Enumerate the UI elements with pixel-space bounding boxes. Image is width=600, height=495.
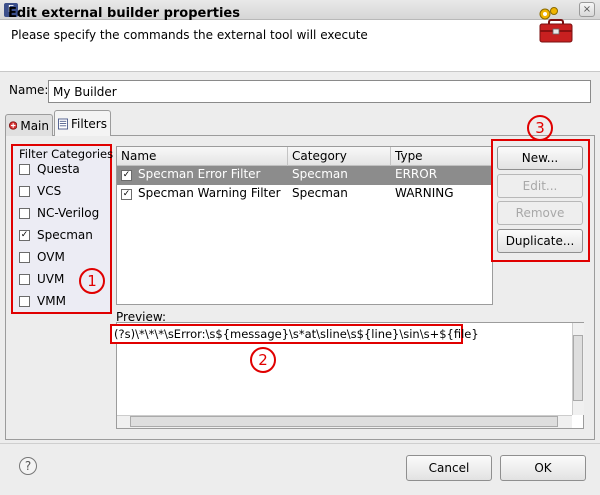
category-label: NC-Verilog	[37, 206, 100, 220]
category-option[interactable]: ✓ Specman	[19, 228, 93, 242]
new-button[interactable]: New...	[497, 146, 583, 170]
name-label: Name:	[9, 83, 49, 97]
column-header-name[interactable]: Name	[121, 149, 156, 163]
help-icon[interactable]: ?	[19, 457, 37, 475]
column-header-type[interactable]: Type	[395, 149, 423, 163]
close-button[interactable]: ×	[579, 2, 595, 17]
category-option[interactable]: VMM	[19, 294, 66, 308]
dialog-subtitle: Please specify the commands the external…	[11, 28, 368, 42]
run-config-icon	[9, 121, 18, 130]
row-name: Specman Warning Filter	[138, 186, 281, 200]
column-header-category[interactable]: Category	[292, 149, 347, 163]
category-checkbox[interactable]	[19, 207, 30, 219]
tab-filters-label: Filters	[71, 116, 107, 131]
tab-filters[interactable]: Filters	[54, 110, 111, 136]
category-option[interactable]: NC-Verilog	[19, 206, 99, 220]
annotation-badge-2: 2	[250, 347, 276, 373]
row-category: Specman	[292, 186, 348, 200]
category-label: UVM	[37, 272, 65, 286]
category-checkbox[interactable]	[19, 185, 30, 197]
category-checkbox[interactable]	[19, 251, 30, 263]
category-option[interactable]: VCS	[19, 184, 61, 198]
filter-categories-title: Filter Categories	[19, 147, 114, 161]
vertical-scroll-thumb[interactable]	[573, 335, 583, 401]
row-checkbox[interactable]: ✓	[121, 189, 132, 200]
row-checkbox[interactable]: ✓	[121, 170, 132, 181]
category-option[interactable]: UVM	[19, 272, 64, 286]
category-checkbox[interactable]	[19, 163, 30, 175]
cancel-button[interactable]: Cancel	[406, 455, 492, 481]
dialog-title: Edit external builder properties	[8, 6, 240, 21]
horizontal-scroll-thumb[interactable]	[130, 416, 558, 427]
category-checkbox[interactable]	[19, 273, 30, 285]
tab-main[interactable]: Main	[5, 114, 53, 136]
category-label: VCS	[37, 184, 62, 198]
category-label: Questa	[37, 162, 80, 176]
footer-divider	[0, 443, 600, 444]
duplicate-button[interactable]: Duplicate...	[497, 229, 583, 253]
category-checkbox[interactable]	[19, 295, 30, 307]
column-separator	[287, 147, 288, 166]
edit-button[interactable]: Edit...	[497, 174, 583, 198]
category-checkbox[interactable]: ✓	[19, 229, 30, 241]
category-label: Specman	[37, 228, 93, 242]
name-input[interactable]	[48, 80, 591, 103]
row-name: Specman Error Filter	[138, 167, 261, 181]
ok-button[interactable]: OK	[500, 455, 586, 481]
annotation-badge-3: 3	[527, 115, 553, 141]
row-type: ERROR	[395, 167, 438, 181]
category-label: VMM	[37, 294, 66, 308]
row-category: Specman	[292, 167, 348, 181]
preview-regex[interactable]: (?s)\*\*\*\sError:\s${message}\s*at\slin…	[110, 324, 479, 344]
category-option[interactable]: OVM	[19, 250, 65, 264]
category-label: OVM	[37, 250, 65, 264]
table-row[interactable]: ✓ Specman Warning Filter Specman WARNING	[117, 185, 492, 204]
category-option[interactable]: Questa	[19, 162, 80, 176]
toolbox-icon	[539, 7, 573, 43]
remove-button[interactable]: Remove	[497, 201, 583, 225]
column-separator	[390, 147, 391, 166]
row-type: WARNING	[395, 186, 454, 200]
filter-page-icon	[58, 118, 69, 129]
table-row[interactable]: ✓ Specman Error Filter Specman ERROR	[117, 166, 492, 185]
annotation-badge-1: 1	[79, 268, 105, 294]
tab-main-label: Main	[20, 118, 49, 133]
